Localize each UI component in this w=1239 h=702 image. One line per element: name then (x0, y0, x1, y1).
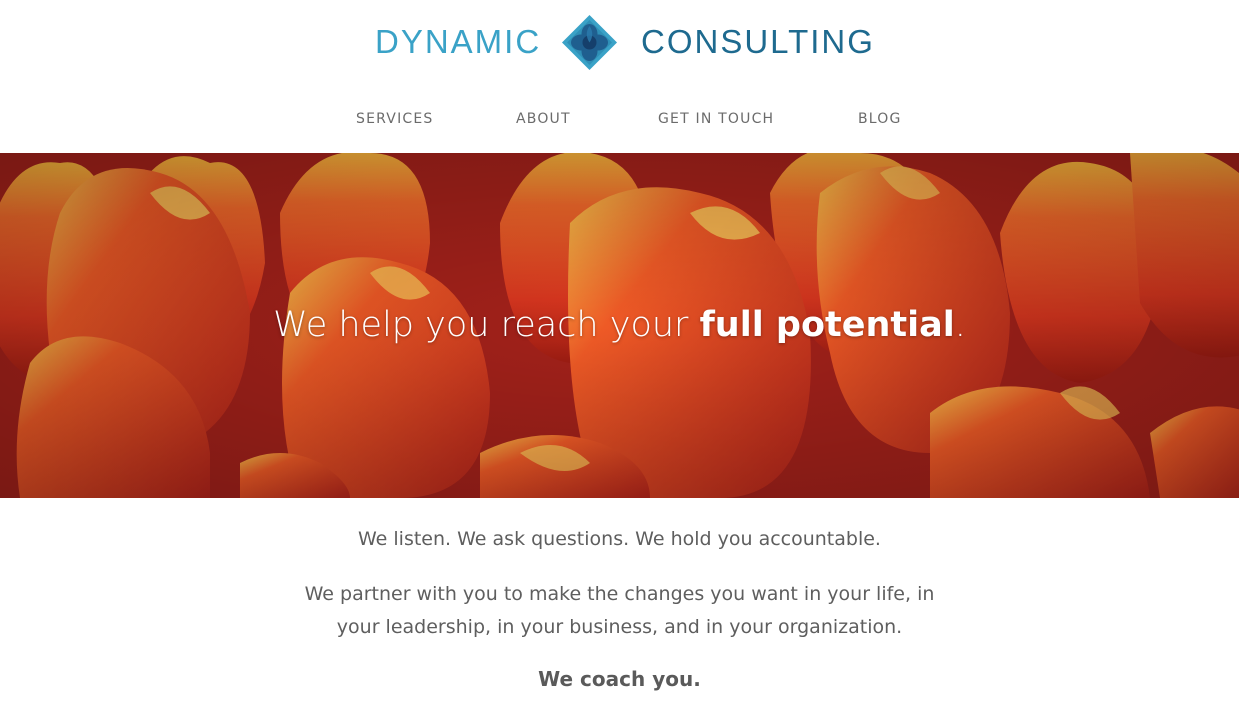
intro-line-coach: We coach you. (538, 667, 701, 691)
hero-tagline-suffix: . (954, 305, 966, 345)
intro-content: We listen. We ask questions. We hold you… (0, 498, 1239, 702)
hero-tagline-emphasis: full potential (699, 305, 955, 345)
hero-tagline-prefix: We help you reach your (273, 305, 700, 345)
hero-tagline: We help you reach your full potential. (0, 303, 1239, 347)
nav-link-about[interactable]: ABOUT (516, 108, 571, 130)
logo-word-dynamic: DYNAMIC (375, 23, 542, 60)
nav-link-blog[interactable]: BLOG (858, 108, 902, 130)
hero-banner: We help you reach your full potential. (0, 153, 1239, 498)
intro-line-partner-2: your leadership, in your business, and i… (336, 616, 903, 638)
main-nav: SERVICES ABOUT GET IN TOUCH BLOG (0, 108, 1239, 132)
intro-line-partner-1: We partner with you to make the changes … (304, 583, 935, 605)
intro-line-listen: We listen. We ask questions. We hold you… (358, 528, 881, 550)
nav-link-get-in-touch[interactable]: GET IN TOUCH (658, 108, 774, 130)
nav-link-services[interactable]: SERVICES (356, 108, 434, 130)
site-logo[interactable]: DYNAMIC CONSULTING (0, 12, 1239, 72)
site-header: DYNAMIC CONSULTING SERVICES ABOUT GET IN… (0, 0, 1239, 153)
diamond-flower-icon (562, 15, 617, 70)
logo-word-consulting: CONSULTING (641, 23, 875, 60)
intro-paragraph-partner: We partner with you to make the changes … (0, 578, 1239, 644)
